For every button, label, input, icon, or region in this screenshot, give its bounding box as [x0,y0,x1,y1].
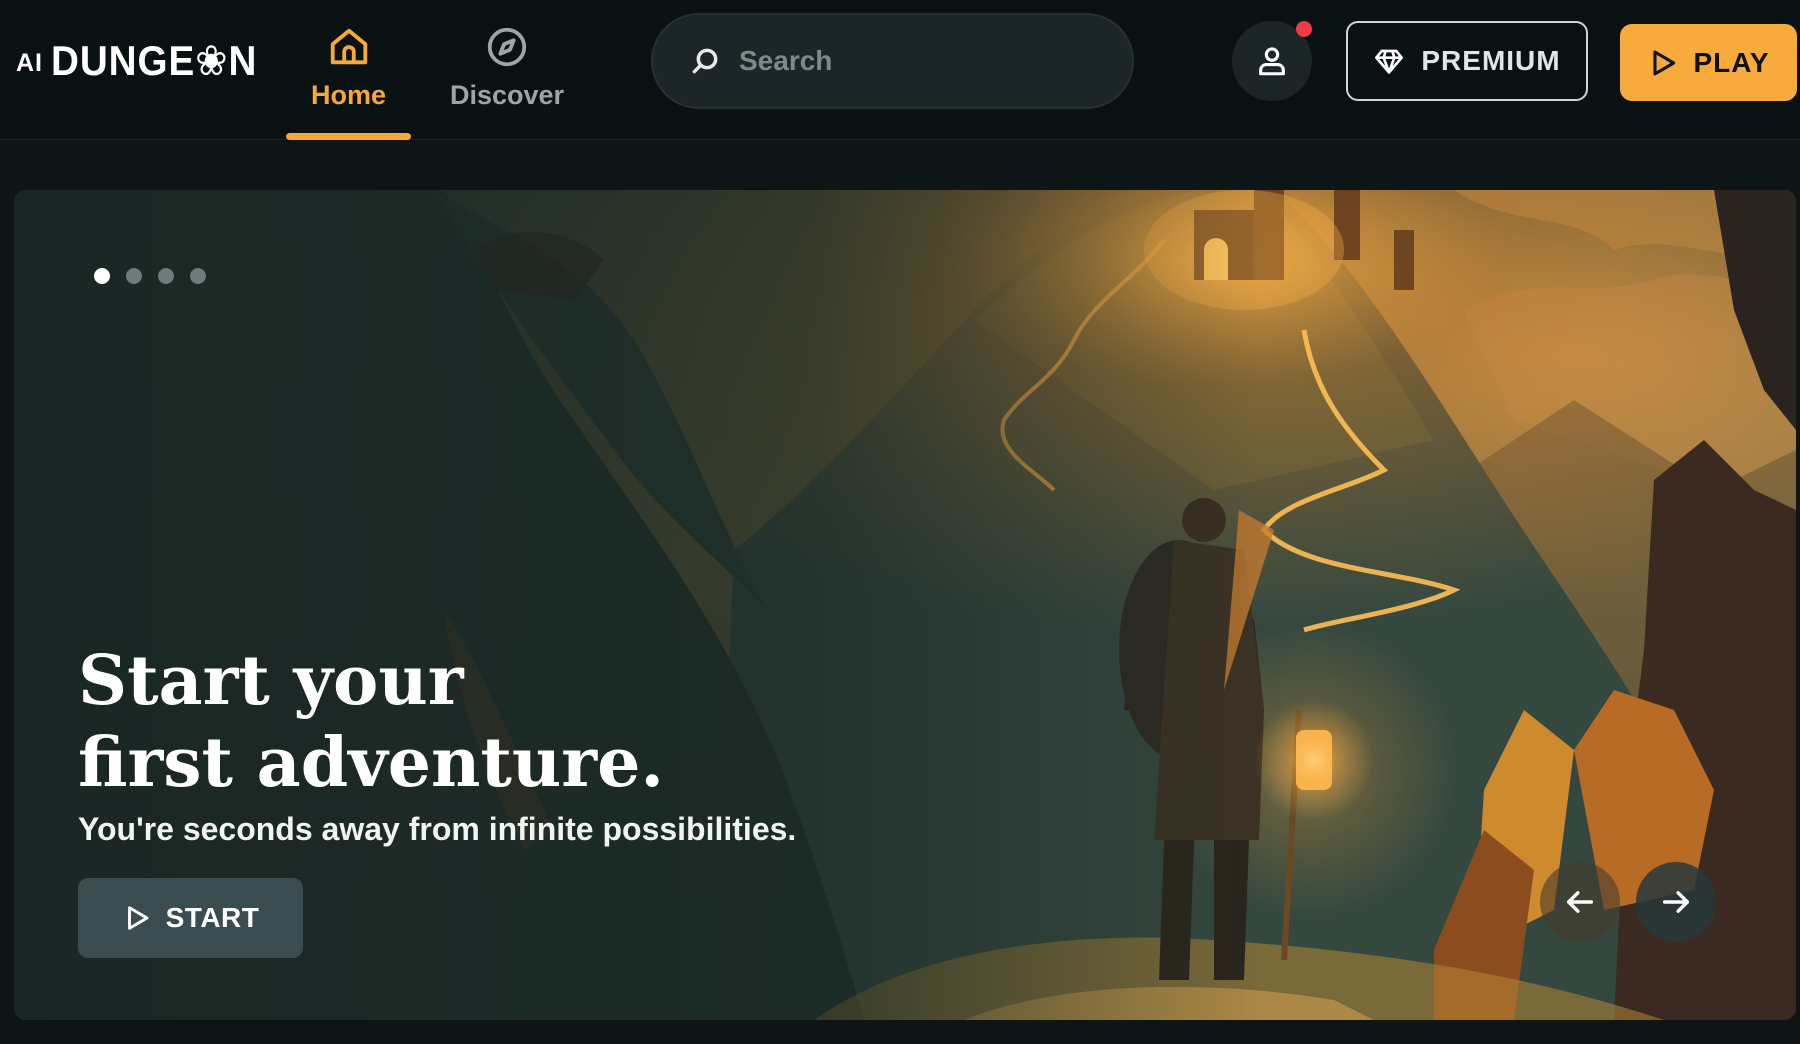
tab-home-label: Home [310,80,386,110]
compass-icon [487,27,527,67]
carousel-dot-4[interactable] [190,268,206,284]
arrow-left-icon [1566,891,1594,913]
hero-title: Start your first adventure. [78,640,878,804]
play-label: PLAY [1693,46,1770,78]
start-button[interactable]: START [78,878,303,958]
play-button[interactable]: PLAY [1620,24,1797,101]
carousel-prev-button[interactable] [1540,862,1620,942]
carousel-dot-1[interactable] [94,268,110,284]
user-icon [1259,47,1285,76]
hero-carousel: Start your first adventure. You're secon… [14,190,1796,1020]
search-icon [692,48,718,74]
arrow-right-icon [1662,891,1690,913]
tab-home[interactable]: Home [286,20,411,140]
search-bar[interactable] [651,13,1134,109]
hero-title-line-2: first adventure. [78,723,665,803]
logo-prefix: AI [16,49,43,77]
home-icon [330,28,367,65]
carousel-dot-3[interactable] [158,268,174,284]
play-icon [1653,50,1676,75]
start-label: START [165,902,260,933]
premium-button[interactable]: PREMIUM [1346,21,1588,101]
play-icon [127,906,149,930]
hero-subtitle: You're seconds away from infinite possib… [78,811,797,847]
active-tab-indicator [286,133,411,140]
notification-badge [1296,21,1312,37]
tab-discover[interactable]: Discover [444,20,570,140]
top-navigation-bar: AI DUNGE❀N Home Discover Search PREMIUM … [0,0,1800,140]
carousel-pagination [94,268,206,284]
ai-dungeon-logo[interactable]: AI DUNGE❀N [16,38,275,82]
carousel-dot-2[interactable] [126,268,142,284]
logo-wordmark: DUNGE❀N [51,37,258,84]
tab-discover-label: Discover [449,80,565,110]
carousel-next-button[interactable] [1636,862,1716,942]
premium-label: PREMIUM [1421,45,1561,76]
hero-title-line-1: Start your [78,641,464,721]
diamond-icon [1375,49,1404,74]
search-input[interactable] [739,45,1119,77]
